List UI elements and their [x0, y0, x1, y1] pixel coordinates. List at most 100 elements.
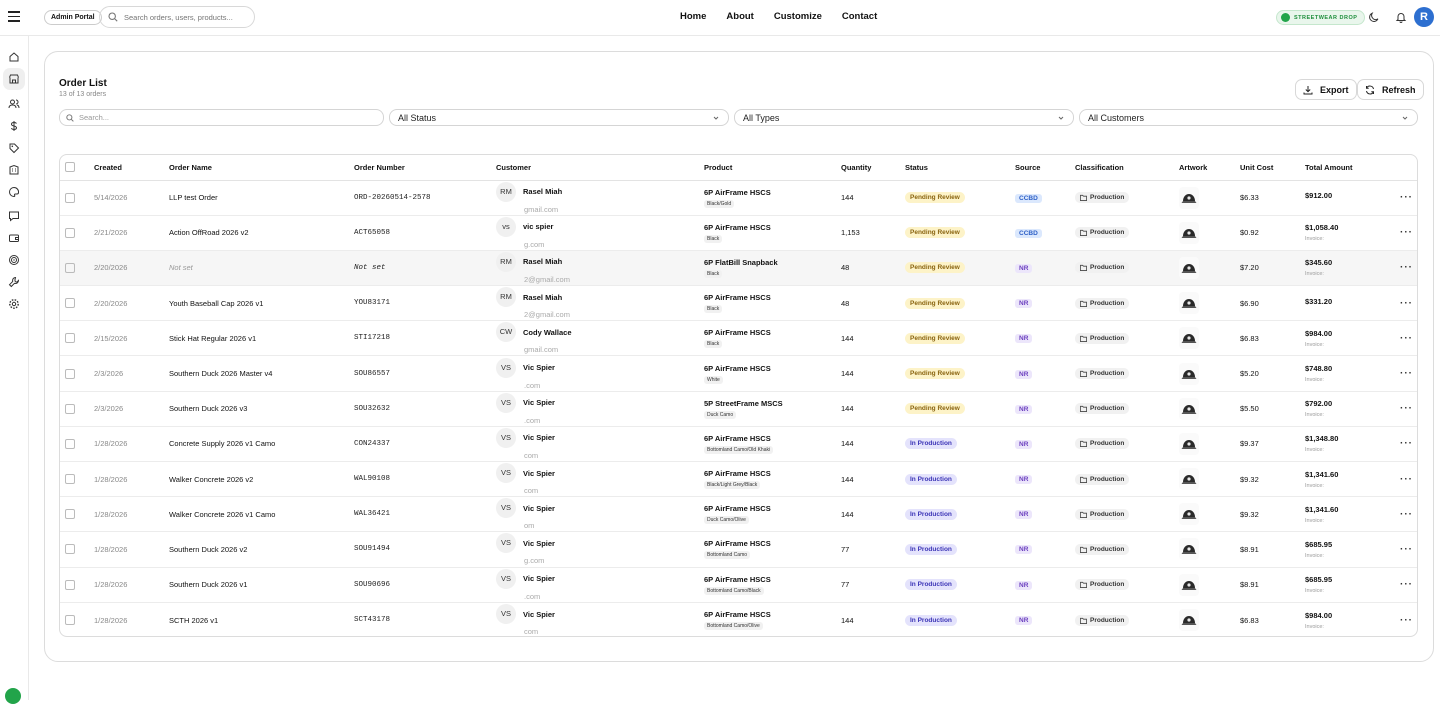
- export-button[interactable]: Export: [1295, 79, 1357, 100]
- table-row[interactable]: 1/28/2026 Southern Duck 2026 v2 SOU91494…: [60, 531, 1417, 568]
- order-name[interactable]: Walker Concrete 2026 v1 Camo: [169, 496, 354, 533]
- artwork-thumbnail[interactable]: [1179, 362, 1199, 385]
- row-actions-icon[interactable]: ···: [1396, 391, 1417, 427]
- nav-about[interactable]: About: [726, 11, 753, 22]
- row-checkbox[interactable]: [65, 192, 75, 203]
- home-icon[interactable]: [8, 51, 20, 63]
- users-icon[interactable]: [8, 98, 20, 110]
- settings-icon[interactable]: [8, 298, 20, 310]
- row-checkbox[interactable]: [65, 544, 75, 555]
- column-header[interactable]: Order Name: [169, 155, 354, 181]
- wallet-icon[interactable]: [8, 232, 20, 244]
- column-header[interactable]: Source: [1015, 155, 1075, 181]
- artwork-thumbnail[interactable]: [1179, 609, 1199, 632]
- table-row[interactable]: 2/20/2026 Youth Baseball Cap 2026 v1 YOU…: [60, 285, 1417, 322]
- row-select[interactable]: [60, 250, 94, 287]
- moon-icon[interactable]: [1368, 11, 1380, 23]
- artwork-thumbnail[interactable]: [1179, 186, 1199, 209]
- row-select[interactable]: [60, 391, 94, 427]
- row-select[interactable]: [60, 426, 94, 463]
- row-checkbox[interactable]: [65, 262, 75, 273]
- row-actions-icon[interactable]: ···: [1396, 567, 1417, 603]
- wrench-icon[interactable]: [8, 276, 20, 288]
- building-icon[interactable]: [8, 164, 20, 176]
- target-icon[interactable]: [8, 254, 20, 266]
- nav-contact[interactable]: Contact: [842, 11, 877, 22]
- row-actions-icon[interactable]: ···: [1396, 531, 1417, 568]
- row-checkbox[interactable]: [65, 615, 75, 626]
- row-select[interactable]: [60, 461, 94, 498]
- artwork-thumbnail[interactable]: [1179, 292, 1199, 315]
- column-header[interactable]: Classification: [1075, 155, 1179, 181]
- column-header[interactable]: Product: [704, 155, 841, 181]
- column-header[interactable]: Status: [905, 155, 1015, 181]
- table-row[interactable]: 5/14/2026 LLP test Order ORD-20260514-25…: [60, 180, 1417, 216]
- row-select[interactable]: [60, 496, 94, 533]
- row-select[interactable]: [60, 285, 94, 322]
- row-checkbox[interactable]: [65, 509, 75, 520]
- row-actions-icon[interactable]: ···: [1396, 355, 1417, 392]
- order-name[interactable]: Southern Duck 2026 Master v4: [169, 355, 354, 392]
- nav-customize[interactable]: Customize: [774, 11, 822, 22]
- user-avatar[interactable]: R: [1414, 7, 1434, 27]
- order-name[interactable]: LLP test Order: [169, 180, 354, 216]
- row-checkbox[interactable]: [65, 579, 75, 590]
- column-header[interactable]: Unit Cost: [1240, 155, 1305, 181]
- customer-filter[interactable]: All Customers: [1079, 109, 1418, 126]
- artwork-thumbnail[interactable]: [1179, 397, 1199, 420]
- order-name[interactable]: Action OffRoad 2026 v2: [169, 215, 354, 251]
- order-name[interactable]: Concrete Supply 2026 v1 Camo: [169, 426, 354, 463]
- column-header[interactable]: Created: [94, 155, 169, 181]
- table-row[interactable]: 1/28/2026 SCTH 2026 v1 SCT43178 VS Vic S…: [60, 602, 1417, 636]
- table-row[interactable]: 1/28/2026 Walker Concrete 2026 v2 WAL901…: [60, 461, 1417, 498]
- global-search[interactable]: [99, 6, 255, 28]
- row-select[interactable]: [60, 602, 94, 636]
- message-icon[interactable]: [8, 210, 20, 222]
- column-header[interactable]: Artwork: [1179, 155, 1240, 181]
- select-all-checkbox[interactable]: [65, 162, 75, 173]
- order-name[interactable]: Walker Concrete 2026 v2: [169, 461, 354, 498]
- row-actions-icon[interactable]: ···: [1396, 285, 1417, 322]
- order-name[interactable]: Stick Hat Regular 2026 v1: [169, 320, 354, 357]
- row-actions-icon[interactable]: ···: [1396, 426, 1417, 463]
- row-checkbox[interactable]: [65, 368, 75, 379]
- dollar-icon[interactable]: [8, 120, 20, 132]
- refresh-button[interactable]: Refresh: [1357, 79, 1424, 100]
- order-name[interactable]: Not set: [169, 250, 354, 287]
- artwork-thumbnail[interactable]: [1179, 573, 1199, 596]
- row-select[interactable]: [60, 355, 94, 392]
- status-filter[interactable]: All Status: [389, 109, 729, 126]
- nav-home[interactable]: Home: [680, 11, 706, 22]
- artwork-thumbnail[interactable]: [1179, 221, 1199, 244]
- row-checkbox[interactable]: [65, 403, 75, 414]
- select-all[interactable]: [60, 155, 94, 181]
- order-name[interactable]: Southern Duck 2026 v1: [169, 567, 354, 603]
- table-row[interactable]: 2/3/2026 Southern Duck 2026 Master v4 SO…: [60, 355, 1417, 392]
- artwork-thumbnail[interactable]: [1179, 327, 1199, 350]
- row-checkbox[interactable]: [65, 333, 75, 344]
- artwork-thumbnail[interactable]: [1179, 538, 1199, 561]
- type-filter[interactable]: All Types: [734, 109, 1074, 126]
- row-checkbox[interactable]: [65, 227, 75, 238]
- row-actions-icon[interactable]: ···: [1396, 215, 1417, 251]
- table-row[interactable]: 1/28/2026 Walker Concrete 2026 v1 Camo W…: [60, 496, 1417, 533]
- table-search[interactable]: Search...: [59, 109, 384, 126]
- column-header[interactable]: Order Number: [354, 155, 496, 181]
- table-row[interactable]: 2/3/2026 Southern Duck 2026 v3 SOU32632 …: [60, 391, 1417, 427]
- artwork-thumbnail[interactable]: [1179, 503, 1199, 526]
- row-actions-icon[interactable]: ···: [1396, 180, 1417, 216]
- brand-switcher[interactable]: STREETWEAR DROP: [1276, 10, 1366, 25]
- table-row[interactable]: 2/20/2026 Not set Not set RM Rasel Miah …: [60, 250, 1417, 287]
- row-select[interactable]: [60, 215, 94, 251]
- order-name[interactable]: Southern Duck 2026 v3: [169, 391, 354, 427]
- column-header[interactable]: Total Amount: [1305, 155, 1396, 181]
- global-search-input[interactable]: [124, 12, 244, 22]
- row-actions-icon[interactable]: ···: [1396, 461, 1417, 498]
- column-header[interactable]: Quantity: [841, 155, 905, 181]
- palette-icon[interactable]: [8, 186, 20, 198]
- tag-icon[interactable]: [8, 142, 20, 154]
- artwork-thumbnail[interactable]: [1179, 468, 1199, 491]
- order-name[interactable]: Youth Baseball Cap 2026 v1: [169, 285, 354, 322]
- artwork-thumbnail[interactable]: [1179, 256, 1199, 279]
- row-select[interactable]: [60, 320, 94, 357]
